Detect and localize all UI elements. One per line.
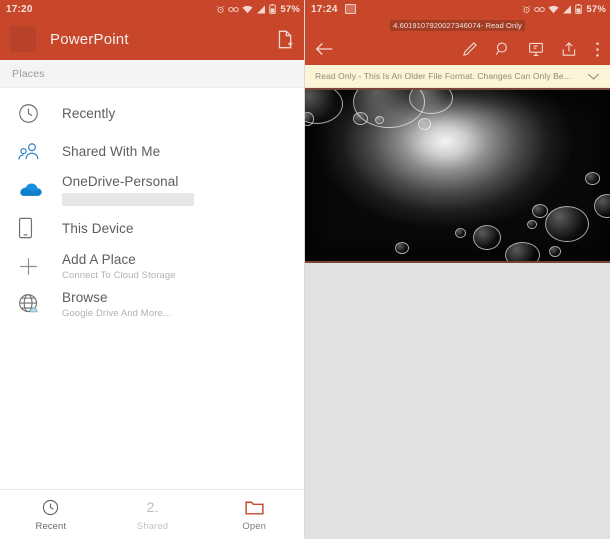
battery-percent: 57% [280,3,300,15]
place-title: Add A Place [62,251,136,267]
powerpoint-file-browser-panel: 17:20 57% PowerPoint Places Recently Sha… [0,0,305,539]
alarm-clock-icon [216,5,225,14]
place-item-recently[interactable]: Recently [0,94,304,132]
status-time: 17:24 [311,3,338,15]
place-title: Shared With Me [62,143,161,159]
folder-icon [245,498,264,517]
bottom-navigation-bar: Recent 2. Shared Open [0,489,304,539]
place-subtitle: Google Drive And More... [62,307,172,319]
plus-icon [18,256,48,277]
place-item-browse[interactable]: Browse Google Drive And More... [0,285,304,323]
back-arrow-icon[interactable] [315,41,334,57]
people-icon [18,141,48,162]
battery-icon [575,4,583,14]
places-label: Places [12,67,45,80]
nav-label: Open [242,520,266,532]
clock-icon [42,498,59,517]
phone-icon [18,217,48,239]
document-title-strip: 4.6019107920027346074- Read Only [305,18,610,33]
battery-percent: 57% [586,3,606,15]
wifi-icon [242,5,253,14]
read-only-banner[interactable]: Read Only - This Is An Older File Format… [305,65,610,88]
place-title: Browse [62,289,108,305]
place-item-add-a-place[interactable]: Add A Place Connect To Cloud Storage [0,247,304,285]
place-item-this-device[interactable]: This Device [0,209,304,247]
wifi-icon [548,5,559,14]
clock-icon [18,103,48,124]
link-icon [228,5,240,14]
slide-thumbnail[interactable] [305,88,610,263]
image-notification-icon [344,4,356,14]
pencil-icon[interactable] [462,41,478,57]
slide-area [305,88,610,263]
account-avatar[interactable] [10,26,36,52]
share-icon[interactable] [561,41,578,57]
app-bar: PowerPoint [0,18,304,60]
place-item-shared-with-me[interactable]: Shared With Me [0,132,304,170]
place-title: Recently [62,105,116,121]
present-icon[interactable] [528,41,544,57]
new-document-icon[interactable] [277,30,294,49]
places-section-header: Places [0,60,304,88]
place-title: OneDrive-Personal [62,174,179,189]
people-icon: 2. [147,498,159,517]
powerpoint-viewer-panel: 17:24 57% 4.6019107920027346074- Read On… [305,0,610,539]
status-bar-right: 17:24 57% [305,0,610,18]
signal-icon [562,5,572,14]
place-item-onedrive-personal[interactable]: OneDrive-Personal [0,170,304,209]
globe-icon [18,293,48,315]
nav-item-open[interactable]: Open [203,498,304,532]
document-title: 4.6019107920027346074- Read Only [390,20,525,31]
place-subtitle: Connect To Cloud Storage [62,269,176,281]
status-bar-left: 17:20 57% [0,0,304,18]
place-title: This Device [62,220,134,236]
read-only-message: Read Only - This Is An Older File Format… [315,71,572,81]
chevron-down-icon[interactable] [587,72,600,81]
nav-label: Recent [35,520,67,532]
nav-item-shared[interactable]: 2. Shared [102,498,204,532]
link-icon [534,5,546,14]
nav-label: Shared [136,520,169,532]
alarm-clock-icon [522,5,531,14]
search-icon[interactable] [495,41,511,57]
redacted-account-name [62,193,194,206]
onedrive-cloud-icon [18,181,48,198]
battery-icon [269,4,277,14]
overflow-menu-icon[interactable] [595,41,600,58]
nav-glyph: 2. [146,498,159,515]
page-title: PowerPoint [50,30,129,48]
status-time: 17:20 [6,3,33,15]
places-list: Recently Shared With Me OneDrive-Persona… [0,88,304,323]
document-toolbar [305,33,610,65]
signal-icon [256,5,266,14]
nav-item-recent[interactable]: Recent [0,498,102,532]
document-canvas [305,263,610,539]
